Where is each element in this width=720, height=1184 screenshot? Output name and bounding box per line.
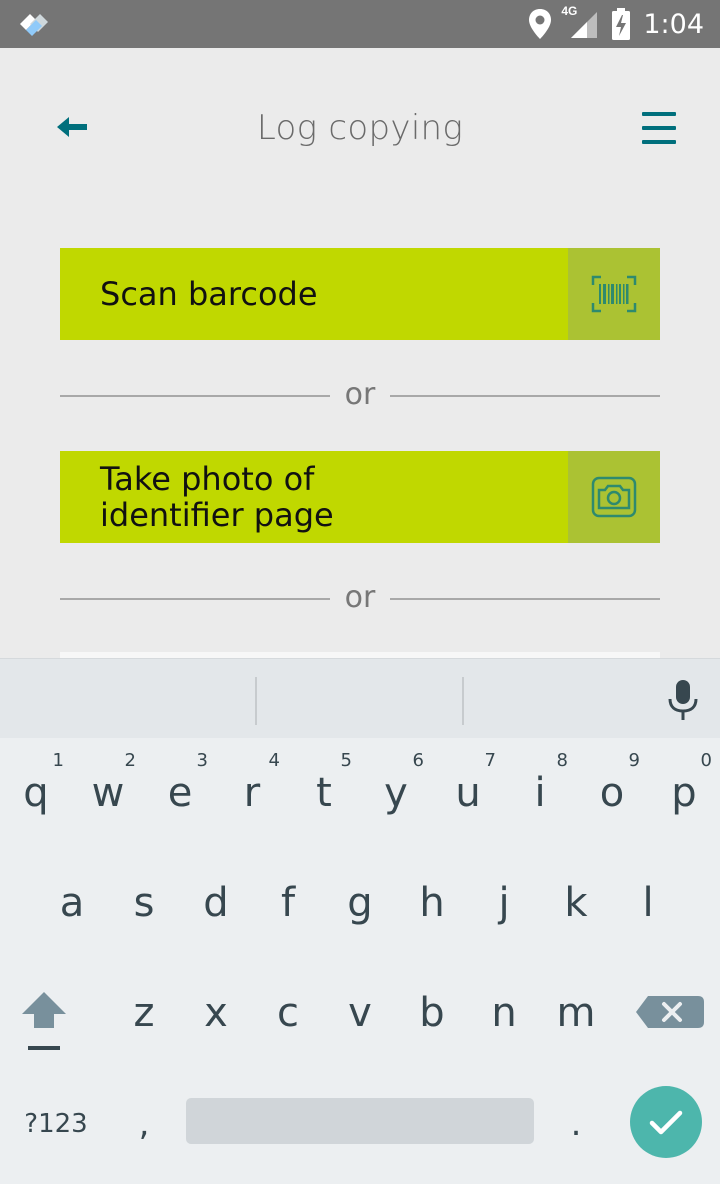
or-label: or [344, 377, 376, 412]
key-b[interactable]: b [396, 968, 468, 1068]
key-s[interactable]: s [108, 858, 180, 958]
app-header: Log copying [0, 48, 720, 212]
key-t[interactable]: 5t [288, 742, 360, 842]
key-x[interactable]: x [180, 968, 252, 1068]
take-photo-label-line1: Take photo of [100, 460, 315, 498]
key-j[interactable]: j [468, 858, 540, 958]
menu-button[interactable] [638, 108, 682, 148]
key-z[interactable]: z [108, 968, 180, 1068]
key-o[interactable]: 9o [576, 742, 648, 842]
status-icons: 4G 1:04 [527, 0, 704, 48]
barcode-scan-icon [591, 275, 637, 313]
take-photo-button[interactable]: Take photo of identifier page [60, 451, 660, 543]
key-v[interactable]: v [324, 968, 396, 1068]
period-key[interactable]: . [546, 1094, 606, 1154]
key-y[interactable]: 6y [360, 742, 432, 842]
suggestion-strip [0, 658, 720, 738]
key-l[interactable]: l [612, 858, 684, 958]
soft-keyboard: 1q 2w 3e 4r 5t 6y 7u 8i 9o 0p a s d f g … [0, 658, 720, 1184]
signal-icon: 4G [561, 4, 599, 38]
key-c[interactable]: c [252, 968, 324, 1068]
checkmark-icon [649, 1110, 683, 1135]
or-divider: or [60, 377, 660, 412]
comma-key[interactable]: , [114, 1094, 174, 1154]
status-time: 1:04 [643, 8, 704, 40]
key-g[interactable]: g [324, 858, 396, 958]
microphone-icon [668, 680, 698, 720]
scan-barcode-label: Scan barcode [100, 275, 318, 313]
camera-icon [591, 476, 637, 518]
key-e[interactable]: 3e [144, 742, 216, 842]
key-u[interactable]: 7u [432, 742, 504, 842]
take-photo-icon-box [568, 451, 660, 543]
menu-icon [642, 112, 676, 116]
status-bar: 4G 1:04 [0, 0, 720, 48]
key-m[interactable]: m [540, 968, 612, 1068]
key-p[interactable]: 0p [648, 742, 720, 842]
scan-barcode-icon-box [568, 248, 660, 340]
or-divider: or [60, 580, 660, 615]
symbols-key[interactable]: ?123 [14, 1094, 98, 1154]
shift-key[interactable] [14, 980, 86, 1060]
shift-arrow-icon [22, 992, 66, 1050]
key-n[interactable]: n [468, 968, 540, 1068]
done-key[interactable] [630, 1086, 702, 1158]
page-title: Log copying [256, 108, 464, 148]
key-q[interactable]: 1q [0, 742, 72, 842]
scan-barcode-button[interactable]: Scan barcode [60, 248, 660, 340]
backspace-key[interactable] [634, 982, 710, 1042]
key-f[interactable]: f [252, 858, 324, 958]
key-h[interactable]: h [396, 858, 468, 958]
key-w[interactable]: 2w [72, 742, 144, 842]
voice-input-button[interactable] [660, 677, 706, 723]
location-icon [529, 9, 552, 39]
backspace-icon [636, 996, 704, 1028]
key-r[interactable]: 4r [216, 742, 288, 842]
take-photo-label: Take photo of identifier page [60, 451, 568, 543]
key-i[interactable]: 8i [504, 742, 576, 842]
or-label: or [344, 580, 376, 615]
take-photo-label-line2: identifier page [100, 496, 334, 534]
battery-charging-icon [612, 8, 631, 40]
key-d[interactable]: d [180, 858, 252, 958]
key-k[interactable]: k [540, 858, 612, 958]
space-key[interactable] [186, 1098, 534, 1144]
key-a[interactable]: a [36, 858, 108, 958]
app-notification-icon [20, 14, 48, 36]
